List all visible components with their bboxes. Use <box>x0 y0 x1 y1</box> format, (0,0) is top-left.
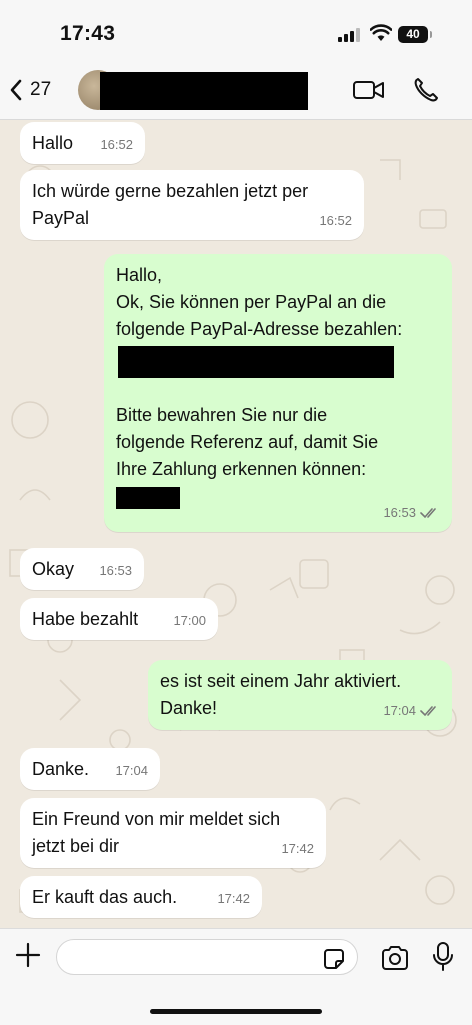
camera-icon[interactable] <box>380 945 410 971</box>
message-line: folgende Referenz auf, damit Sie <box>116 432 379 452</box>
chevron-left-icon <box>10 79 22 101</box>
redacted-paypal-address <box>118 346 394 378</box>
message-time: 17:00 <box>173 613 206 628</box>
message-text: Habe bezahlt <box>32 609 139 629</box>
message-bubble-incoming[interactable]: Er kauft das auch. 17:42 <box>20 876 262 918</box>
status-bar: 17:43 40 <box>0 0 472 64</box>
message-text: Er kauft das auch. <box>32 887 178 907</box>
message-line: folgende PayPal-Adresse bezahlen: <box>116 319 403 339</box>
microphone-icon[interactable] <box>432 941 454 973</box>
message-time: 16:53 <box>99 563 132 578</box>
message-time: 17:04 <box>383 703 416 718</box>
video-call-icon[interactable] <box>352 78 386 102</box>
message-bubble-outgoing[interactable]: es ist seit einem Jahr aktiviert. Danke!… <box>148 660 452 730</box>
wifi-icon <box>370 24 392 41</box>
double-check-read-icon <box>420 705 436 716</box>
message-composer <box>0 928 472 1025</box>
redacted-reference <box>116 487 180 509</box>
home-indicator <box>150 1009 322 1014</box>
message-line: Ihre Zahlung erkennen können: <box>116 459 367 479</box>
redacted-contact-name[interactable] <box>100 72 308 110</box>
phone-call-icon[interactable] <box>412 76 440 104</box>
battery-icon: 40 <box>398 26 432 43</box>
message-list[interactable]: Hallo 16:52 Ich würde gerne bezahlen jet… <box>0 120 472 928</box>
message-time: 16:52 <box>100 137 133 152</box>
message-meta: 16:53 <box>383 499 440 526</box>
plus-icon[interactable] <box>14 941 42 969</box>
message-time: 16:52 <box>319 213 352 228</box>
back-button[interactable]: 27 <box>8 78 51 102</box>
message-bubble-incoming[interactable]: Ein Freund von mir meldet sich jetzt bei… <box>20 798 326 868</box>
sticker-icon[interactable] <box>322 947 346 971</box>
message-line: Bitte bewahren Sie nur die <box>116 405 328 425</box>
message-text: es ist seit einem Jahr aktiviert. Danke! <box>160 671 402 718</box>
message-text: Okay <box>32 559 75 579</box>
message-text: Hallo <box>32 133 74 153</box>
message-text: Danke. <box>32 759 90 779</box>
chat-header: 27 <box>0 64 472 120</box>
message-line: Hallo, <box>116 265 163 285</box>
message-time: 16:53 <box>383 505 416 520</box>
cellular-signal-icon <box>338 28 362 42</box>
message-time: 17:42 <box>281 841 314 856</box>
message-bubble-outgoing[interactable]: Hallo, Ok, Sie können per PayPal an die … <box>104 254 452 532</box>
status-time: 17:43 <box>60 22 116 45</box>
message-bubble-incoming[interactable]: Hallo 16:52 <box>20 122 145 164</box>
message-time: 17:04 <box>115 763 148 778</box>
message-line: Ok, Sie können per PayPal an die <box>116 292 387 312</box>
message-time: 17:42 <box>217 891 250 906</box>
message-bubble-incoming[interactable]: Okay 16:53 <box>20 548 144 590</box>
message-text: Ich würde gerne bezahlen jetzt per PayPa… <box>32 181 309 228</box>
message-bubble-incoming[interactable]: Ich würde gerne bezahlen jetzt per PayPa… <box>20 170 364 240</box>
message-meta: 17:04 <box>383 697 440 724</box>
message-input[interactable] <box>56 939 358 975</box>
message-text: Ein Freund von mir meldet sich jetzt bei… <box>32 809 281 856</box>
back-unread-count: 27 <box>30 79 52 100</box>
message-bubble-incoming[interactable]: Habe bezahlt 17:00 <box>20 598 218 640</box>
double-check-read-icon <box>420 507 436 518</box>
message-bubble-incoming[interactable]: Danke. 17:04 <box>20 748 160 790</box>
